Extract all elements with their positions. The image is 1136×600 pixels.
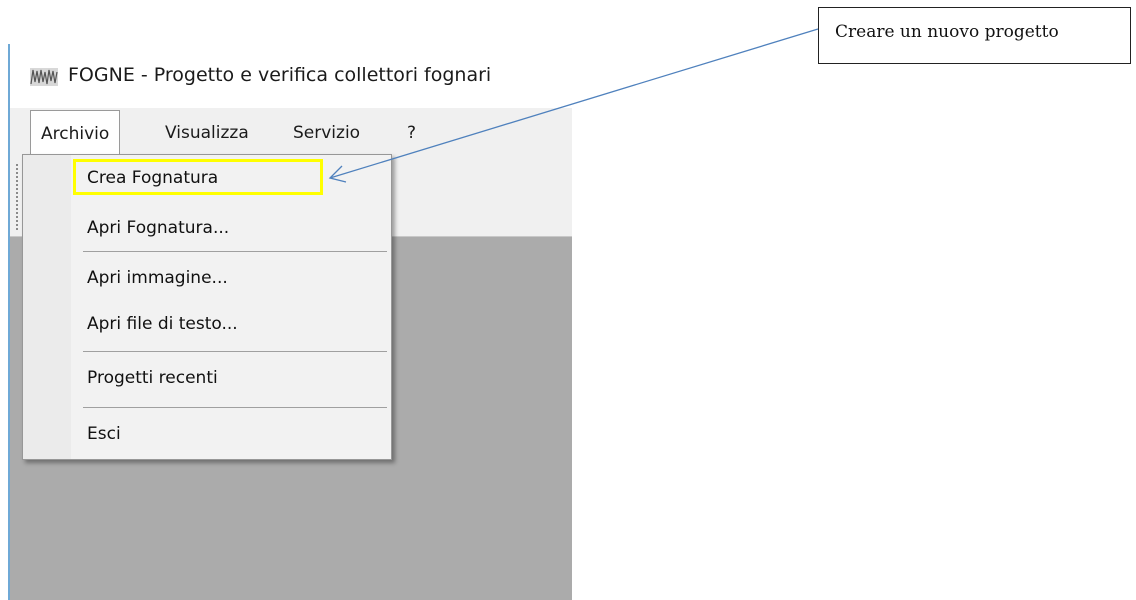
menu-item-apri-immagine[interactable]: Apri immagine... [87, 261, 228, 295]
menu-visualizza[interactable]: Visualizza [165, 120, 249, 146]
menu-item-apri-file-testo[interactable]: Apri file di testo... [87, 307, 238, 341]
menu-item-esci[interactable]: Esci [87, 417, 121, 451]
menu-separator [83, 351, 387, 352]
menu-separator [83, 407, 387, 408]
menu-separator [83, 251, 387, 252]
menu-servizio[interactable]: Servizio [293, 120, 360, 146]
menu-item-progetti-recenti[interactable]: Progetti recenti [87, 361, 218, 395]
toolbar-grip-handle[interactable] [16, 164, 18, 230]
app-icon [30, 68, 58, 86]
archivio-dropdown-menu: Crea Fognatura Apri Fognatura... Apri im… [22, 154, 392, 460]
annotation-callout: Creare un nuovo progetto [818, 7, 1131, 64]
screenshot-stage: FOGNE - Progetto e verifica collettori f… [0, 0, 1136, 600]
menu-item-apri-fognatura[interactable]: Apri Fognatura... [87, 211, 229, 245]
callout-text: Creare un nuovo progetto [835, 22, 1059, 42]
menu-help[interactable]: ? [407, 120, 416, 146]
menu-icon-gutter [23, 155, 71, 459]
menu-bar: Archivio Visualizza Servizio ? [10, 108, 572, 156]
title-bar: FOGNE - Progetto e verifica collettori f… [10, 58, 590, 98]
window-title: FOGNE - Progetto e verifica collettori f… [68, 64, 492, 86]
menu-item-crea-fognatura[interactable]: Crea Fognatura [87, 161, 218, 195]
menu-archivio[interactable]: Archivio [30, 110, 121, 156]
